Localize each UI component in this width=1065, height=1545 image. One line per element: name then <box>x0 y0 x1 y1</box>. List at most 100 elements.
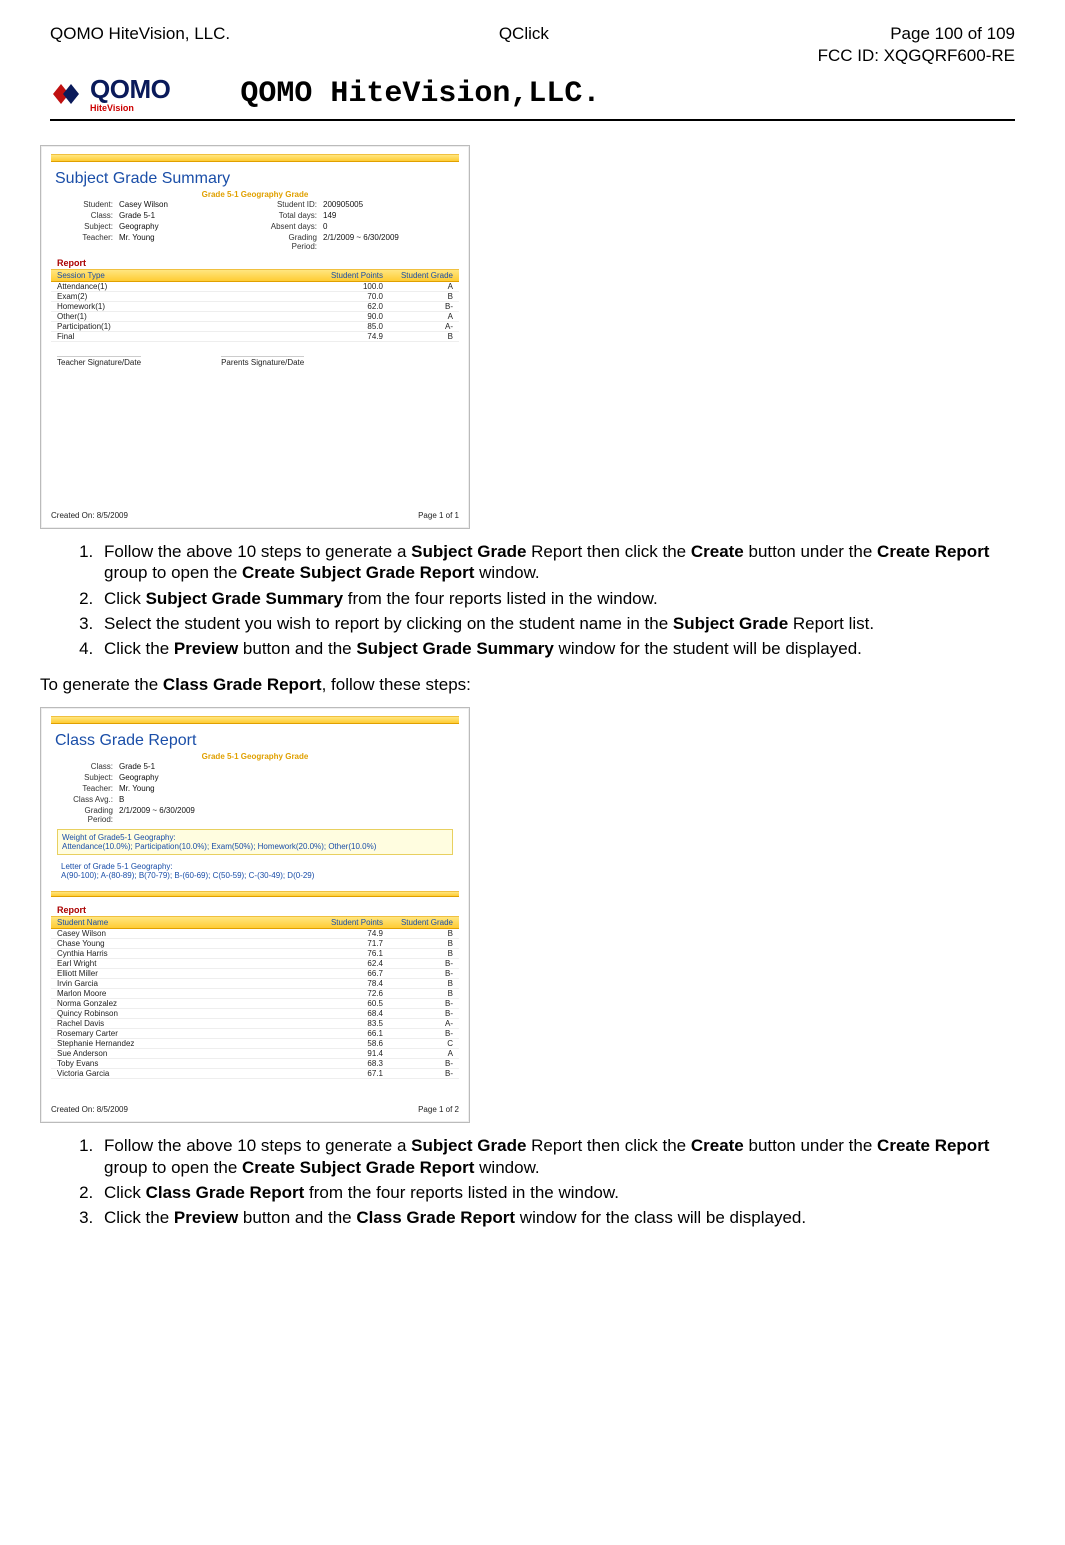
cell: 66.7 <box>313 969 383 978</box>
weight-title: Weight of Grade5-1 Geography: <box>62 833 448 842</box>
bold: Preview <box>174 639 238 658</box>
col-student-grade: Student Grade <box>383 918 453 927</box>
bold: Create Subject Grade Report <box>242 563 474 582</box>
cell: 90.0 <box>313 312 383 321</box>
bold: Subject Grade <box>673 614 788 633</box>
cell: 74.9 <box>313 929 383 938</box>
table-body: Casey Wilson74.9BChase Young71.7BCynthia… <box>51 929 459 1079</box>
t: button and the <box>238 1208 356 1227</box>
t: Follow the above 10 steps to generate a <box>104 1136 411 1155</box>
table-header: Student Name Student Points Student Grad… <box>51 916 459 929</box>
signature-row: Teacher Signature/Date Parents Signature… <box>51 342 459 371</box>
info-value: B <box>119 795 453 804</box>
header-right: Page 100 of 109 FCC ID: XQGQRF600-RE <box>818 24 1015 66</box>
bold: Subject Grade <box>411 542 526 561</box>
table-row: Toby Evans68.3B- <box>51 1059 459 1069</box>
info-grid: Student:Casey WilsonClass:Grade 5-1Subje… <box>51 199 459 252</box>
company-name: QOMO HiteVision, LLC. <box>50 24 230 66</box>
info-label: Subject: <box>57 222 119 231</box>
col-student-points: Student Points <box>313 918 383 927</box>
info-row: Grading Period:2/1/2009 ~ 6/30/2009 <box>51 805 459 825</box>
cell: 62.0 <box>313 302 383 311</box>
table-row: Victoria Garcia67.1B- <box>51 1069 459 1079</box>
cell: 68.4 <box>313 1009 383 1018</box>
list-item: Click the Preview button and the Class G… <box>98 1207 1025 1228</box>
list-item: Follow the above 10 steps to generate a … <box>98 541 1025 584</box>
table-row: Chase Young71.7B <box>51 939 459 949</box>
table-row: Casey Wilson74.9B <box>51 929 459 939</box>
cell: 67.1 <box>313 1069 383 1078</box>
page-number: Page 100 of 109 <box>818 24 1015 44</box>
table-body: Attendance(1)100.0AExam(2)70.0BHomework(… <box>51 282 459 342</box>
col-student-name: Student Name <box>57 918 313 927</box>
list-item: Click Class Grade Report from the four r… <box>98 1182 1025 1203</box>
col-student-points: Student Points <box>313 271 383 280</box>
cell: 83.5 <box>313 1019 383 1028</box>
cell: Exam(2) <box>57 292 313 301</box>
bold: Create Report <box>877 1136 989 1155</box>
info-row: Subject:Geography <box>51 772 459 783</box>
letter-title: Letter of Grade 5-1 Geography: <box>61 862 449 871</box>
cell: Toby Evans <box>57 1059 313 1068</box>
table-row: Irvin Garcia78.4B <box>51 979 459 989</box>
cell: 85.0 <box>313 322 383 331</box>
table-header: Session Type Student Points Student Grad… <box>51 269 459 282</box>
cell: B- <box>383 1069 453 1078</box>
cell: 76.1 <box>313 949 383 958</box>
cell: B- <box>383 1009 453 1018</box>
table-row: Rachel Davis83.5A- <box>51 1019 459 1029</box>
info-value: Mr. Young <box>119 784 453 793</box>
logo-mark-icon <box>50 77 84 111</box>
t: Click <box>104 1183 146 1202</box>
bold: Class Grade Report <box>356 1208 515 1227</box>
list-item: Click Subject Grade Summary from the fou… <box>98 588 1025 609</box>
logo-text: QOMO <box>90 74 170 105</box>
info-row: Total days:149 <box>255 210 459 221</box>
info-value: Grade 5-1 <box>119 762 453 771</box>
letter-value: A(90-100); A-(80-89); B(70-79); B-(60-69… <box>61 871 449 880</box>
info-row: Absent days:0 <box>255 221 459 232</box>
info-label: Teacher: <box>57 784 119 793</box>
cell: B- <box>383 1029 453 1038</box>
weight-box: Weight of Grade5-1 Geography: Attendance… <box>57 829 453 855</box>
t: from the four reports listed in the wind… <box>343 589 658 608</box>
t: Click the <box>104 639 174 658</box>
doc-title: QOMO HiteVision,LLC. <box>240 77 600 111</box>
bold: Create Report <box>877 542 989 561</box>
col-student-grade: Student Grade <box>383 271 453 280</box>
t: group to open the <box>104 1158 242 1177</box>
cell: Chase Young <box>57 939 313 948</box>
info-list: Class:Grade 5-1Subject:GeographyTeacher:… <box>51 761 459 825</box>
t: button under the <box>744 1136 877 1155</box>
table-row: Other(1)90.0A <box>51 312 459 322</box>
table-row: Participation(1)85.0A- <box>51 322 459 332</box>
t: window. <box>474 563 539 582</box>
bold: Create <box>691 1136 744 1155</box>
table-row: Quincy Robinson68.4B- <box>51 1009 459 1019</box>
figure-title: Subject Grade Summary <box>51 168 459 188</box>
table-row: Marlon Moore72.6B <box>51 989 459 999</box>
info-value: Grade 5-1 <box>119 211 249 220</box>
cell: 100.0 <box>313 282 383 291</box>
table-row: Sue Anderson91.4A <box>51 1049 459 1059</box>
cell: 58.6 <box>313 1039 383 1048</box>
info-value: 2/1/2009 ~ 6/30/2009 <box>323 233 453 251</box>
cell: Sue Anderson <box>57 1049 313 1058</box>
t: , follow these steps: <box>322 675 471 694</box>
cell: Homework(1) <box>57 302 313 311</box>
teacher-signature: Teacher Signature/Date <box>57 356 141 367</box>
created-on: Created On: 8/5/2009 <box>51 1105 128 1114</box>
t: Select the student you wish to report by… <box>104 614 673 633</box>
cell: B- <box>383 959 453 968</box>
info-value: 2/1/2009 ~ 6/30/2009 <box>119 806 453 824</box>
info-label: Grading Period: <box>261 233 323 251</box>
figure-subtitle: Grade 5-1 Geography Grade <box>51 190 459 199</box>
t: Report then click the <box>526 1136 690 1155</box>
t: Report then click the <box>526 542 690 561</box>
info-label: Class: <box>57 211 119 220</box>
cell: 66.1 <box>313 1029 383 1038</box>
bold: Class Grade Report <box>163 675 322 694</box>
bold: Subject Grade <box>411 1136 526 1155</box>
figure-subject-grade-summary: Subject Grade Summary Grade 5-1 Geograph… <box>40 145 470 529</box>
table-row: Homework(1)62.0B- <box>51 302 459 312</box>
